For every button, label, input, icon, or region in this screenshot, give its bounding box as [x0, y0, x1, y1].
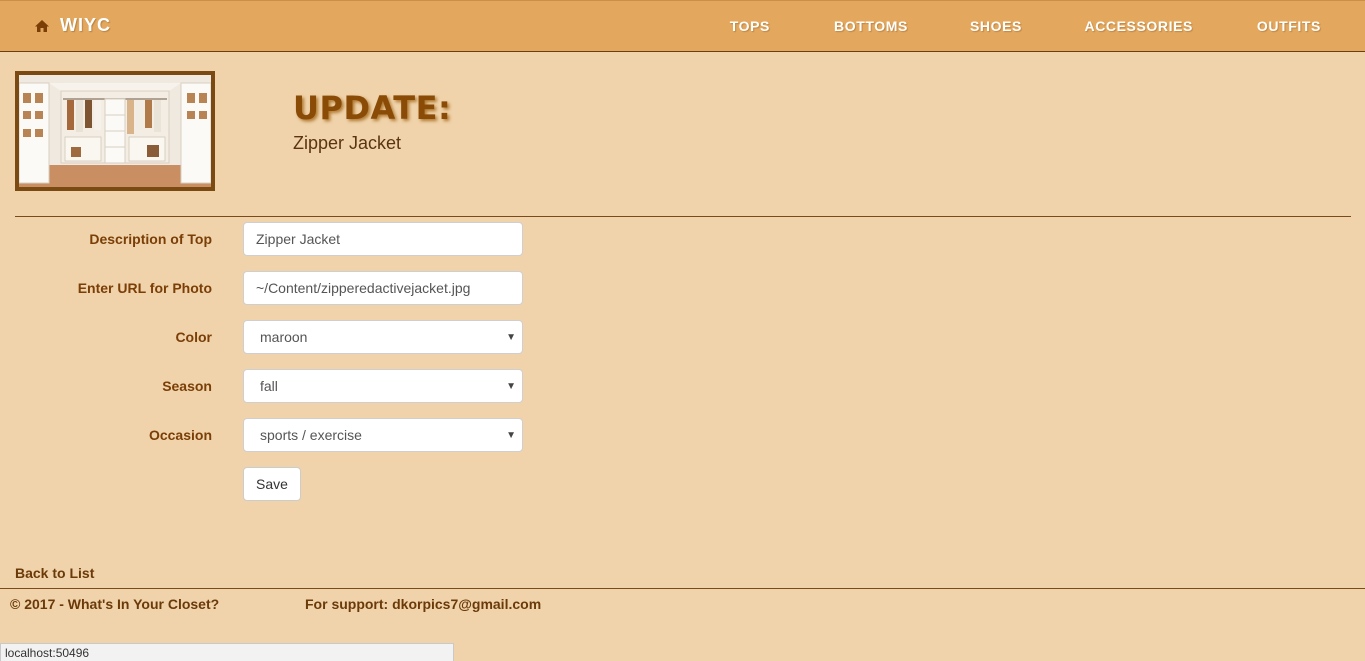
closet-image: [15, 71, 215, 191]
back-to-list-link[interactable]: Back to List: [15, 565, 94, 581]
top-navbar: WIYC TOPS BOTTOMS SHOES ACCESSORIES OUTF…: [0, 0, 1365, 52]
description-label: Description of Top: [89, 231, 212, 247]
nav-item-bottoms[interactable]: BOTTOMS: [834, 18, 908, 34]
color-selected-value: maroon: [260, 329, 308, 345]
photo-url-input[interactable]: ~/Content/zipperedactivejacket.jpg: [243, 271, 523, 305]
brand-link[interactable]: WIYC: [34, 15, 111, 36]
header-divider: [15, 216, 1351, 217]
caret-down-icon: ▼: [506, 430, 516, 441]
color-select[interactable]: maroon ▼: [243, 320, 523, 354]
footer-divider: [0, 588, 1365, 589]
nav-item-outfits[interactable]: OUTFITS: [1257, 18, 1321, 34]
support-info: For support: dkorpics7@gmail.com: [305, 596, 541, 612]
page-subtitle: Zipper Jacket: [293, 133, 402, 153]
season-select[interactable]: fall ▼: [243, 369, 523, 403]
save-button[interactable]: Save: [243, 467, 301, 501]
support-label: For support:: [305, 596, 389, 612]
description-input[interactable]: Zipper Jacket: [243, 222, 523, 256]
caret-down-icon: ▼: [506, 381, 516, 392]
home-icon: [35, 19, 49, 32]
season-label: Season: [162, 378, 212, 394]
color-label: Color: [175, 329, 212, 345]
status-url: localhost:50496: [5, 646, 90, 660]
occasion-selected-value: sports / exercise: [260, 427, 362, 443]
photo-url-label: Enter URL for Photo: [77, 280, 212, 296]
nav-item-accessories[interactable]: ACCESSORIES: [1084, 18, 1193, 34]
copyright-text: © 2017 - What's In Your Closet?: [10, 596, 220, 612]
page-title: UPDATE:: [293, 89, 452, 127]
brand-label: WIYC: [60, 15, 111, 35]
closet-illustration: [19, 75, 211, 187]
support-email-link[interactable]: dkorpics7@gmail.com: [392, 596, 541, 612]
nav-item-shoes[interactable]: SHOES: [970, 18, 1022, 34]
occasion-select[interactable]: sports / exercise ▼: [243, 418, 523, 452]
caret-down-icon: ▼: [506, 332, 516, 343]
season-selected-value: fall: [260, 378, 278, 394]
occasion-label: Occasion: [148, 427, 212, 443]
browser-status-bar: localhost:50496: [0, 643, 454, 661]
nav-item-tops[interactable]: TOPS: [730, 18, 770, 34]
